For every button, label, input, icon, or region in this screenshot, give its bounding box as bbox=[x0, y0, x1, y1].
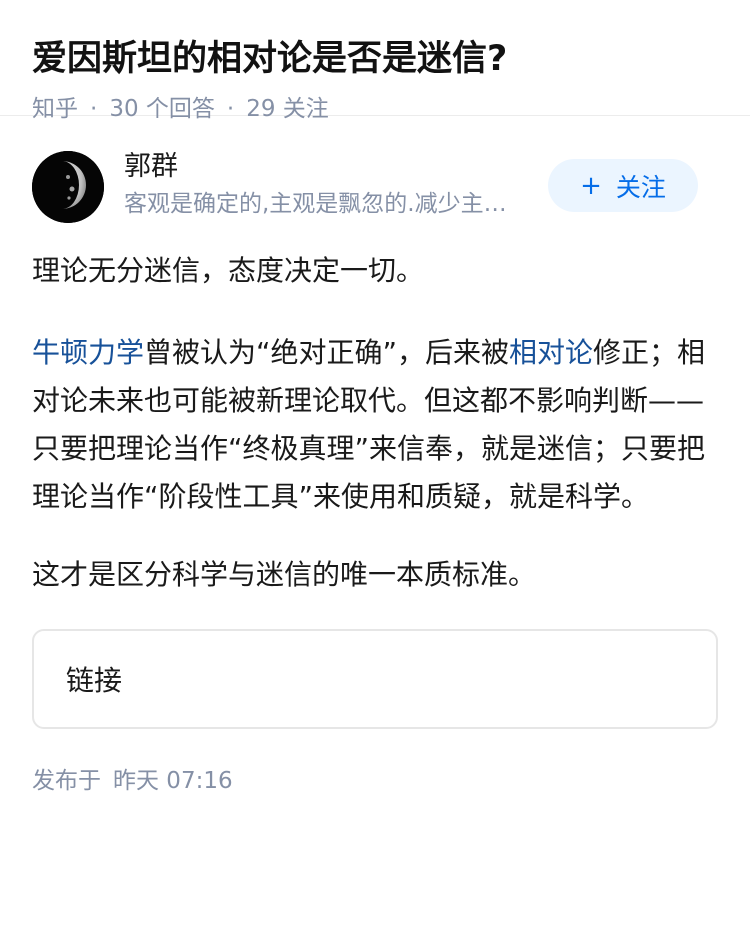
question-title[interactable]: 爱因斯坦的相对论是否是迷信? bbox=[32, 36, 718, 82]
publish-time: 昨天 07:16 bbox=[113, 768, 233, 794]
publish-info: 发布于 昨天 07:16 bbox=[32, 765, 718, 797]
author-row: 郭群 客观是确定的,主观是飘忽的.减少主观因素 + 关注 bbox=[32, 149, 718, 261]
answers-count[interactable]: 30 个回答 bbox=[109, 94, 215, 124]
answer-card: 郭群 客观是确定的,主观是飘忽的.减少主观因素 + 关注 理论无分迷信，态度决定… bbox=[0, 149, 750, 797]
follow-button[interactable]: + 关注 bbox=[548, 159, 698, 212]
publish-label: 发布于 bbox=[32, 768, 101, 794]
question-header: 爱因斯坦的相对论是否是迷信? 知乎 · 30 个回答 · 29 关注 bbox=[0, 0, 750, 122]
avatar[interactable] bbox=[32, 151, 104, 223]
meta-separator: · bbox=[90, 96, 98, 122]
question-meta: 知乎 · 30 个回答 · 29 关注 bbox=[32, 94, 718, 124]
newton-mechanics-link[interactable]: 牛顿力学 bbox=[32, 336, 144, 369]
answer-paragraph: 牛顿力学曾被认为“绝对正确”，后来被相对论修正；相对论未来也可能被新理论取代。但… bbox=[32, 329, 718, 521]
source-label[interactable]: 知乎 bbox=[32, 94, 78, 124]
follow-label: 关注 bbox=[615, 172, 666, 202]
relativity-link[interactable]: 相对论 bbox=[509, 336, 593, 369]
meta-separator: · bbox=[226, 96, 235, 122]
paragraph-text: 曾被认为“绝对正确”，后来被 bbox=[144, 336, 510, 369]
author-bio: 客观是确定的,主观是飘忽的.减少主观因素 bbox=[124, 191, 520, 217]
followers-count[interactable]: 29 关注 bbox=[246, 94, 329, 124]
author-info: 郭群 客观是确定的,主观是飘忽的.减少主观因素 bbox=[124, 149, 524, 219]
answer-page: 爱因斯坦的相对论是否是迷信? 知乎 · 30 个回答 · 29 关注 郭群 客观… bbox=[0, 0, 750, 932]
answer-body: 理论无分迷信，态度决定一切。 牛顿力学曾被认为“绝对正确”，后来被相对论修正；相… bbox=[32, 247, 718, 599]
link-card-label: 链接 bbox=[66, 664, 123, 697]
author-name[interactable]: 郭群 bbox=[124, 149, 524, 185]
moon-avatar-icon bbox=[32, 151, 104, 223]
link-card[interactable]: 链接 bbox=[32, 629, 718, 729]
answer-paragraph: 这才是区分科学与迷信的唯一本质标准。 bbox=[32, 558, 537, 591]
plus-icon: + bbox=[580, 170, 602, 201]
